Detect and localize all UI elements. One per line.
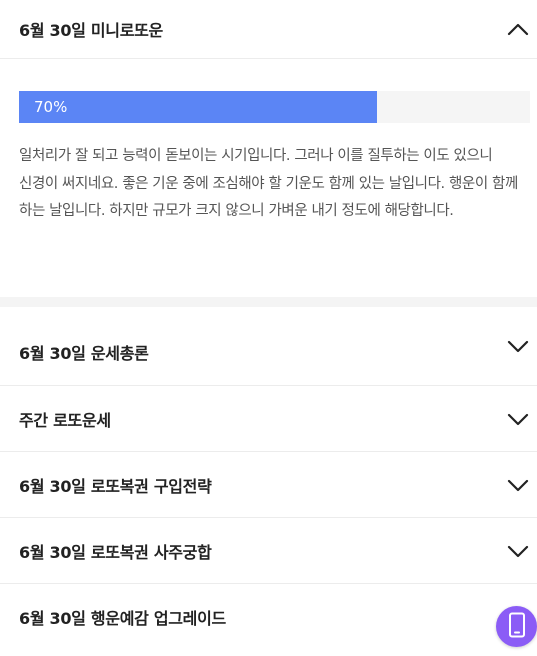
fortune-progress-fill: [19, 91, 377, 123]
fortune-progress-label: 70%: [34, 98, 68, 116]
fortune-progress-bar: 70%: [19, 91, 530, 123]
section-item-label: 6월 30일 행운예감 업그레이드: [19, 609, 226, 628]
section-separator: [0, 297, 537, 307]
mobile-phone-icon: [508, 612, 526, 642]
chevron-up-icon[interactable]: [507, 22, 529, 36]
section-item-weekly-lotto[interactable]: 주간 로또운세: [0, 386, 537, 452]
chevron-down-icon[interactable]: [507, 544, 529, 558]
floating-action-button[interactable]: [496, 606, 537, 647]
mini-fortune-title: 6월 30일 미니로또운: [19, 21, 163, 40]
section-item-purchase-strategy[interactable]: 6월 30일 로또복권 구입전략: [0, 452, 537, 518]
mini-fortune-header[interactable]: 6월 30일 미니로또운: [0, 0, 537, 58]
mini-fortune-accordion: 6월 30일 미니로또운 70% 일처리가 잘 되고 능력이 돋보이는 시기입니…: [0, 0, 537, 297]
section-item-luck-upgrade[interactable]: 6월 30일 행운예감 업그레이드: [0, 584, 537, 650]
chevron-down-icon[interactable]: [507, 478, 529, 492]
section-item-label: 6월 30일 운세총론: [19, 344, 149, 363]
mini-fortune-panel: 70% 일처리가 잘 되고 능력이 돋보이는 시기입니다. 그러나 이를 질투하…: [0, 59, 537, 297]
fortune-section-list: 6월 30일 운세총론 주간 로또운세 6월 30일 로또복권 구입전략 6월 …: [0, 307, 537, 650]
fortune-description: 일처리가 잘 되고 능력이 돋보이는 시기입니다. 그러나 이를 질투하는 이도…: [19, 148, 518, 219]
section-item-label: 주간 로또운세: [19, 410, 111, 430]
chevron-down-icon[interactable]: [507, 339, 529, 353]
section-item-general-fortune[interactable]: 6월 30일 운세총론: [0, 307, 537, 386]
section-item-label: 6월 30일 로또복권 구입전략: [19, 476, 212, 496]
section-item-label: 6월 30일 로또복권 사주궁합: [19, 542, 212, 562]
chevron-down-icon[interactable]: [507, 412, 529, 426]
section-item-saju-match[interactable]: 6월 30일 로또복권 사주궁합: [0, 518, 537, 584]
